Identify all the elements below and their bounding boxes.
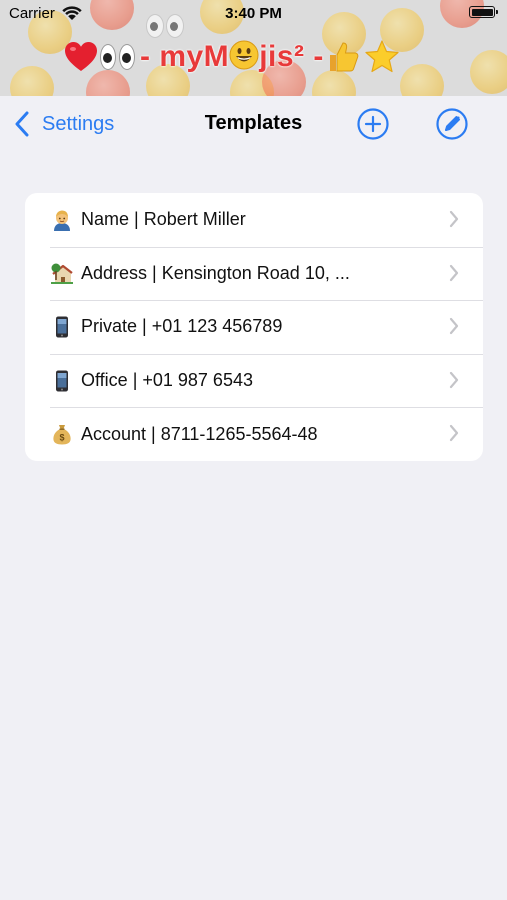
app-logo-title: - myM jis² - xyxy=(64,34,400,80)
house-with-garden-icon xyxy=(51,263,73,285)
red-heart-icon xyxy=(65,42,97,71)
template-row-account[interactable]: $ Account | 8711-1265-5564-48 xyxy=(25,407,483,461)
pencil-circle-icon xyxy=(436,108,468,140)
thumbs-up-icon xyxy=(329,42,359,72)
svg-text:$: $ xyxy=(59,433,64,443)
plus-circle-icon xyxy=(357,108,389,140)
app-title-part: jis² - xyxy=(259,40,324,73)
clock: 3:40 PM xyxy=(225,5,282,22)
chevron-right-icon xyxy=(449,264,459,281)
app-title-text: - myM jis² - xyxy=(140,40,324,74)
template-label: Address | Kensington Road 10, ... xyxy=(81,262,350,283)
chevron-right-icon xyxy=(449,425,459,442)
chevron-right-icon xyxy=(449,318,459,335)
mobile-phone-icon xyxy=(56,316,68,338)
template-label: Office | +01 987 6543 xyxy=(81,370,253,391)
mobile-phone-icon xyxy=(56,370,68,392)
grinning-face-icon xyxy=(229,40,259,70)
template-label: Account | 8711-1265-5564-48 xyxy=(81,423,318,444)
app-banner: Carrier 3:40 PM - myM jis² - xyxy=(0,0,507,96)
eyes-icon xyxy=(100,42,138,72)
templates-list: Name | Robert Miller Address | Kensingto… xyxy=(25,193,483,461)
wallpaper-emoji-icon xyxy=(10,66,54,96)
money-bag-icon: $ xyxy=(53,425,71,445)
wallpaper-emoji-icon xyxy=(470,50,507,94)
add-template-button[interactable] xyxy=(356,107,390,141)
template-row-name[interactable]: Name | Robert Miller xyxy=(25,193,483,247)
person-icon xyxy=(54,210,70,231)
wallpaper-emoji-icon xyxy=(400,64,444,96)
star-icon xyxy=(365,40,399,73)
template-label: Name | Robert Miller xyxy=(81,209,246,230)
status-bar: Carrier 3:40 PM xyxy=(0,0,507,28)
template-label: Private | +01 123 456789 xyxy=(81,316,283,337)
back-button-label: Settings xyxy=(42,112,115,135)
chevron-left-icon xyxy=(15,111,29,137)
app-title-part: - myM xyxy=(140,40,230,73)
battery-icon xyxy=(469,6,498,18)
back-button[interactable]: Settings xyxy=(14,108,114,140)
edit-templates-button[interactable] xyxy=(435,107,469,141)
navigation-bar: Settings Templates xyxy=(0,96,507,152)
chevron-right-icon xyxy=(449,371,459,388)
template-row-office-phone[interactable]: Office | +01 987 6543 xyxy=(25,353,483,408)
chevron-right-icon xyxy=(449,210,459,228)
template-row-address[interactable]: Address | Kensington Road 10, ... xyxy=(25,246,483,301)
template-row-private-phone[interactable]: Private | +01 123 456789 xyxy=(25,300,483,354)
